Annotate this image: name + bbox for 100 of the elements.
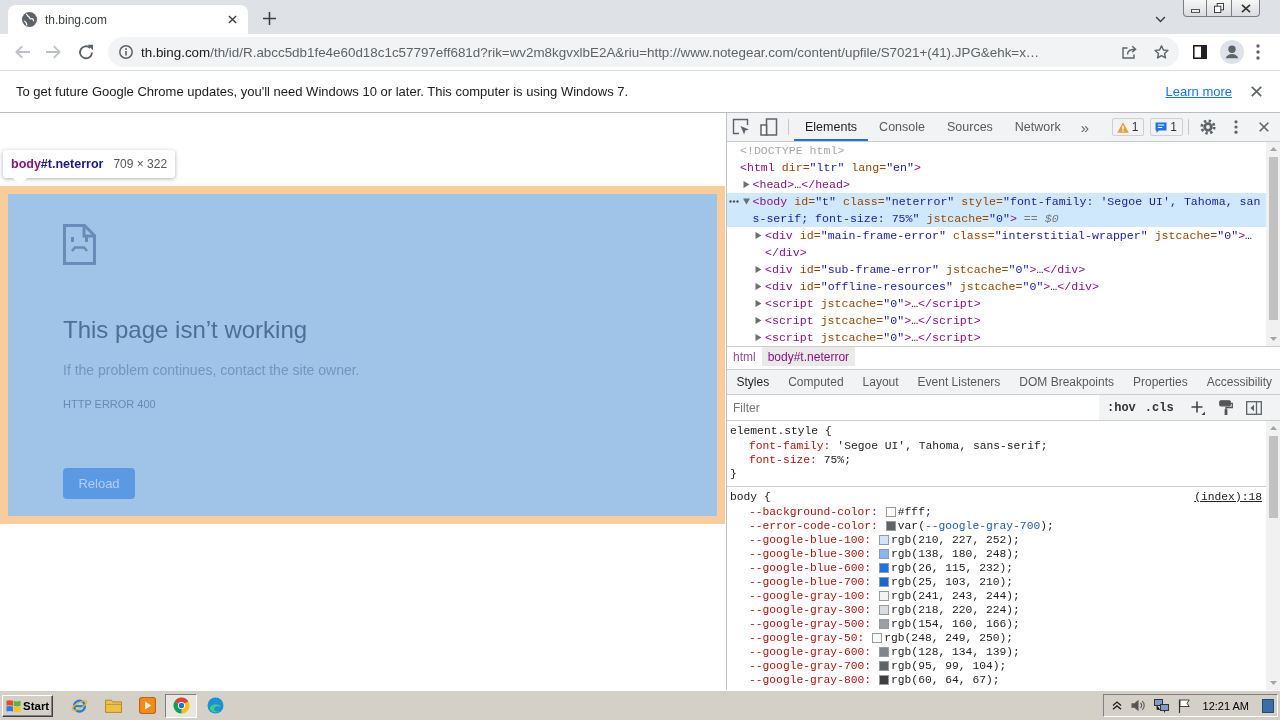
devtools-tab[interactable]: Elements — [794, 113, 869, 141]
close-window-button[interactable] — [1232, 0, 1260, 17]
sidebar-tab[interactable]: DOM Breakpoints — [1009, 370, 1124, 394]
dom-node[interactable]: <head>…</head> — [727, 176, 1266, 193]
play-tile-icon — [138, 697, 156, 714]
browser-tab[interactable]: th.bing.com — [8, 5, 248, 34]
breadcrumb[interactable]: body#t.neterror — [761, 347, 856, 366]
sidebar-tab[interactable]: Event Listeners — [908, 370, 1010, 394]
closing-brace: } — [730, 467, 737, 482]
filter-field[interactable]: Filter — [727, 395, 1099, 420]
dom-node[interactable]: <script jstcache="0">…</script> — [727, 295, 1266, 312]
scrollbar-thumb[interactable] — [1268, 436, 1278, 518]
avatar-icon[interactable] — [1220, 40, 1244, 64]
color-swatch-icon[interactable] — [879, 563, 890, 573]
css-selector: body { — [730, 490, 771, 505]
network-icon[interactable] — [1153, 698, 1169, 713]
filter-toggle[interactable]: :hov — [1106, 400, 1137, 415]
caret-right-icon[interactable] — [742, 181, 750, 188]
warnings-button[interactable]: 1 — [1111, 118, 1145, 136]
forward-arrow-icon — [46, 44, 62, 60]
scrollbar-thumb[interactable] — [1268, 157, 1278, 320]
start-button[interactable]: Start — [2, 694, 53, 717]
caret-right-icon[interactable] — [755, 283, 762, 290]
ellipsis-icon[interactable] — [729, 200, 739, 203]
caret-down-icon[interactable] — [742, 198, 750, 205]
property-name: --google-blue-300: — [749, 547, 872, 561]
more-tabs-button[interactable]: » — [1071, 118, 1099, 136]
minimize-button[interactable] — [1183, 0, 1207, 17]
color-swatch-icon[interactable] — [879, 675, 890, 685]
color-swatch-icon[interactable] — [879, 647, 890, 657]
close-icon[interactable] — [228, 15, 237, 24]
close-icon[interactable] — [1251, 86, 1262, 97]
plus-icon[interactable] — [263, 11, 276, 25]
infobar-message: To get future Google Chrome updates, you'll need Windows 10 or later. This computer is using Windows 7. — [16, 84, 630, 99]
color-swatch-icon[interactable] — [879, 591, 890, 601]
caret-right-icon[interactable] — [755, 334, 762, 341]
color-swatch-icon[interactable] — [879, 605, 890, 615]
sidebar-tab[interactable]: Computed — [778, 370, 854, 394]
property-name: --google-gray-800: — [749, 673, 872, 687]
info-icon[interactable] — [119, 45, 133, 59]
devtools-tab[interactable]: Console — [868, 113, 936, 141]
sidebar-tab[interactable]: Accessibility — [1197, 370, 1280, 394]
caret-right-icon[interactable] — [755, 232, 762, 239]
dom-node[interactable]: <script jstcache="0">…</script> — [727, 312, 1266, 329]
show-desktop-button[interactable] — [1262, 697, 1274, 714]
color-swatch-icon[interactable] — [885, 521, 896, 531]
flag-icon[interactable] — [1177, 698, 1190, 713]
learn-more-link[interactable]: Learn more — [1165, 84, 1232, 99]
dom-node[interactable]: <script jstcache="0">…</script> — [727, 329, 1266, 346]
property-value: rgb(95, 99, 104); — [891, 659, 1007, 673]
caret-right-icon[interactable] — [755, 266, 762, 273]
dom-node[interactable]: <div id="sub-frame-error" jstcache="0">…</div> — [727, 261, 1266, 278]
filter-toggle[interactable]: .cls — [1143, 400, 1175, 415]
sidebar-tab[interactable]: Styles — [727, 370, 779, 394]
sad-page-icon — [63, 224, 96, 265]
close-icon — [1240, 3, 1251, 13]
property-value: rgb(210, 227, 252); — [891, 533, 1020, 547]
dom-node[interactable]: <body id="t" class="neterror" style="font-family: 'Segoe UI', Tahoma, sans-serif; font-size: 75%" jstcache="0"> == $0 — [727, 193, 1266, 227]
color-swatch-icon[interactable] — [879, 661, 890, 671]
address-bar[interactable]: th.bing.com/th/id/R.abcc5db1fe4e60d18c1c57797eff681d?rik=wv2m8kgvxlbE2A&riu=http://www.notegear.com/content/upfile/S7021+(41).JPG&ehk=x… — [108, 37, 1179, 67]
breadcrumb[interactable]: html — [727, 347, 762, 366]
devtools-tab[interactable]: Sources — [936, 113, 1004, 141]
scrollbar[interactable] — [1266, 142, 1280, 346]
dom-node[interactable]: <div id="main-frame-error" class="interstitial-wrapper" jstcache="0">… </div> — [727, 227, 1266, 261]
speaker-icon[interactable] — [1130, 699, 1145, 712]
sidebar-toggle-icon[interactable] — [1245, 400, 1262, 415]
chevron-up-icon[interactable] — [1111, 701, 1122, 710]
sidebar-tab[interactable]: Layout — [853, 370, 909, 394]
star-icon[interactable] — [1154, 45, 1169, 59]
error-code: HTTP ERROR 400 — [63, 397, 156, 411]
folder-icon — [104, 697, 122, 714]
device-icon — [760, 118, 778, 136]
property-name: --background-color: — [749, 505, 878, 519]
sidebar-tab[interactable]: Properties — [1123, 370, 1198, 394]
devtools-tab[interactable]: Network — [1003, 113, 1072, 141]
color-swatch-icon[interactable] — [879, 535, 890, 545]
color-swatch-icon[interactable] — [879, 549, 890, 559]
caret-right-icon[interactable] — [755, 317, 762, 324]
source-link[interactable]: (index):18 — [1194, 490, 1262, 505]
messages-button[interactable]: 1 — [1150, 118, 1183, 136]
menu-icon[interactable] — [1256, 44, 1260, 60]
color-swatch-icon[interactable] — [885, 507, 896, 517]
share-icon[interactable] — [1122, 45, 1137, 59]
paint-roller-icon[interactable] — [1218, 400, 1233, 415]
e-globe-icon — [70, 697, 88, 714]
caret-right-icon[interactable] — [755, 300, 762, 307]
clock[interactable]: 12:21 AM — [1202, 699, 1249, 712]
scrollbar[interactable] — [1266, 421, 1280, 690]
color-swatch-icon[interactable] — [879, 577, 890, 587]
property-name: --google-blue-600: — [749, 561, 872, 575]
property-name: --google-gray-50: — [749, 631, 865, 645]
color-swatch-icon[interactable] — [872, 633, 883, 643]
caret-down-icon[interactable] — [1155, 15, 1166, 23]
property-value: #fff; — [897, 505, 932, 519]
color-swatch-icon[interactable] — [879, 619, 890, 629]
dom-node[interactable]: <div id="offline-resources" jstcache="0">…</div> — [727, 278, 1266, 295]
taskbar-app-button[interactable] — [165, 693, 197, 718]
dom-node[interactable]: <html dir="ltr" lang="en"> — [727, 159, 1266, 176]
plus-icon[interactable] — [1190, 400, 1205, 415]
restore-button[interactable] — [1207, 0, 1232, 17]
